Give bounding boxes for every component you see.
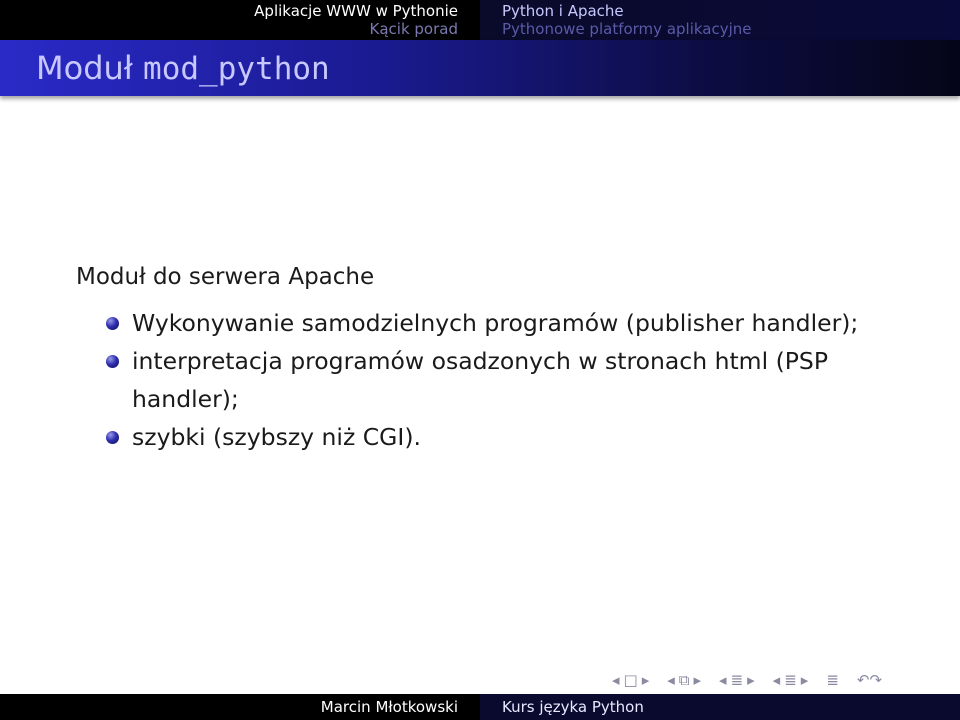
nav-section-icon[interactable]: ≣	[729, 670, 746, 690]
headline-section-current[interactable]: Aplikacje WWW w Pythonie	[254, 2, 458, 20]
nav-doc-icon[interactable]: ≣	[782, 670, 799, 690]
bullet-ball-icon	[106, 317, 119, 330]
frame-title-mono: mod_python	[143, 51, 330, 87]
nav-doc-left-icon[interactable]: ◂	[771, 670, 783, 690]
navigation-symbols: ◂ □ ▸ ◂ ⧉ ▸ ◂ ≣ ▸ ◂ ≣ ▸ ≣ ↶↷	[610, 668, 884, 692]
footline-bar: Marcin Młotkowski Kurs języka Python	[0, 694, 960, 720]
bullet-list: Wykonywanie samodzielnych programów (pub…	[76, 304, 906, 456]
bullet-item: interpretacja programów osadzonych w str…	[76, 342, 906, 418]
footline-title: Kurs języka Python	[502, 698, 644, 716]
footline-author: Marcin Młotkowski	[320, 698, 458, 716]
headline-subsections: Python i Apache Pythonowe platformy apli…	[480, 0, 960, 40]
bullet-text: interpretacja programów osadzonych w str…	[132, 347, 829, 413]
bullet-text: szybki (szybszy niż CGI).	[132, 423, 421, 451]
bullet-ball-icon	[106, 355, 119, 368]
nav-section-left-icon[interactable]: ◂	[717, 670, 729, 690]
nav-frame-left-icon[interactable]: ◂	[610, 670, 622, 690]
nav-frame-icon[interactable]: □	[622, 670, 640, 690]
slide-lead-text: Moduł do serwera Apache	[76, 264, 375, 290]
nav-subsection-left-icon[interactable]: ◂	[665, 670, 677, 690]
headline-subsection-other[interactable]: Pythonowe platformy aplikacyjne	[502, 20, 752, 38]
nav-search-icon[interactable]: ↶↷	[855, 670, 884, 690]
bullet-item: Wykonywanie samodzielnych programów (pub…	[76, 304, 906, 342]
headline-subsection-current[interactable]: Python i Apache	[502, 2, 624, 20]
nav-appendix-icon[interactable]: ≣	[824, 670, 841, 690]
frame-title: Moduł mod_python	[36, 48, 330, 89]
nav-subsection-icon[interactable]: ⧉	[677, 670, 692, 690]
footline-author-box: Marcin Młotkowski	[0, 694, 480, 720]
nav-subsection-right-icon[interactable]: ▸	[692, 670, 704, 690]
slide-body: Moduł do serwera Apache Wykonywanie samo…	[76, 262, 906, 456]
nav-section-right-icon[interactable]: ▸	[745, 670, 757, 690]
bullet-item: szybki (szybszy niż CGI).	[76, 418, 906, 456]
bullet-ball-icon	[106, 431, 119, 444]
frame-title-plain: Moduł	[36, 49, 144, 87]
frame-title-bar: Moduł mod_python	[0, 40, 960, 96]
footline-title-box: Kurs języka Python	[480, 694, 960, 720]
nav-doc-right-icon[interactable]: ▸	[799, 670, 811, 690]
headline-section-other[interactable]: Kącik porad	[370, 20, 458, 38]
headline-bar: Aplikacje WWW w Pythonie Kącik porad Pyt…	[0, 0, 960, 40]
nav-frame-right-icon[interactable]: ▸	[640, 670, 652, 690]
headline-sections: Aplikacje WWW w Pythonie Kącik porad	[0, 0, 480, 40]
bullet-text: Wykonywanie samodzielnych programów (pub…	[132, 309, 859, 337]
